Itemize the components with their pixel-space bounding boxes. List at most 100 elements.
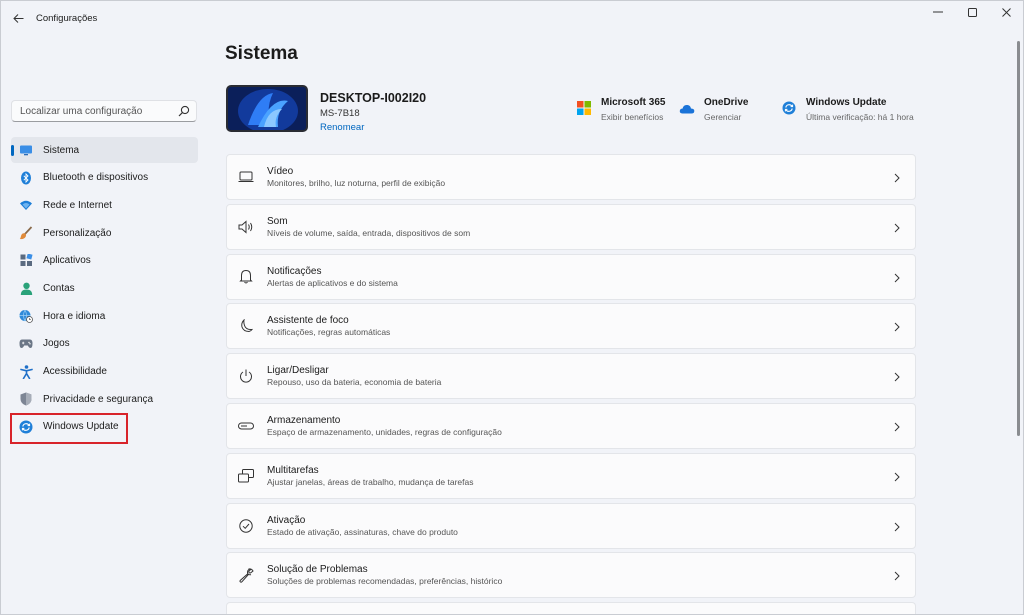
quick-subtitle: Exibir benefícios <box>601 112 664 122</box>
power-icon <box>237 367 255 385</box>
setting-card-video[interactable]: Vídeo Monitores, brilho, luz noturna, pe… <box>226 154 916 200</box>
quick-title: OneDrive <box>704 97 749 108</box>
chevron-right-icon <box>894 323 900 332</box>
setting-card-partial[interactable] <box>226 602 916 615</box>
setting-card-notificacoes[interactable]: Notificações Alertas de aplicativos e do… <box>226 253 916 300</box>
device-name: DESKTOP-I002I20 <box>320 91 427 105</box>
sidebar-item-privacidade[interactable]: Privacidade e segurança <box>11 386 198 412</box>
shield-icon <box>19 392 33 406</box>
minimize-button[interactable] <box>921 1 955 23</box>
sidebar-item-hora-idioma[interactable]: Hora e idioma <box>11 303 198 329</box>
app-title: Configurações <box>36 13 98 24</box>
display-icon <box>237 168 255 186</box>
back-button[interactable] <box>9 9 27 27</box>
sidebar-item-label: Contas <box>43 282 75 294</box>
sidebar-item-label: Acessibilidade <box>43 366 107 377</box>
card-description: Estado de ativação, assinaturas, chave d… <box>267 526 458 537</box>
microsoft-logo-icon <box>576 100 592 116</box>
wifi-icon <box>19 198 33 212</box>
bluetooth-icon <box>19 171 33 185</box>
sidebar-item-sistema[interactable]: Sistema <box>11 137 198 163</box>
card-title: Ligar/Desligar <box>267 365 329 377</box>
device-wallpaper-thumbnail <box>226 85 308 132</box>
highlight-annotation <box>10 413 128 444</box>
brush-icon <box>19 226 33 240</box>
sidebar-item-personalizacao[interactable]: Personalização <box>11 220 198 246</box>
multitask-icon <box>237 467 255 485</box>
card-title: Notificações <box>267 265 322 277</box>
page-title: Sistema <box>225 43 298 64</box>
maximize-icon <box>967 7 977 17</box>
setting-card-armazenamento[interactable]: Armazenamento Espaço de armazenamento, u… <box>226 402 916 449</box>
setting-card-ligar-desligar[interactable]: Ligar/Desligar Repouso, uso da bateria, … <box>226 353 916 400</box>
quick-onedrive[interactable]: OneDrive Gerenciar <box>679 97 748 122</box>
storage-icon <box>237 417 255 435</box>
quick-title: Microsoft 365 <box>601 97 666 108</box>
back-arrow-icon <box>12 13 23 23</box>
card-description: Soluções de problemas recomendadas, pref… <box>267 576 503 587</box>
moon-icon <box>237 317 255 335</box>
sidebar-item-label: Rede e Internet <box>43 199 112 211</box>
card-description: Alertas de aplicativos e do sistema <box>267 277 398 288</box>
settings-window: Configurações Sistema <box>0 0 1024 615</box>
setting-card-solucao-problemas[interactable]: Solução de Problemas Soluções de problem… <box>226 552 916 599</box>
accessibility-icon <box>19 364 33 379</box>
device-model: MS-7B18 <box>320 108 360 119</box>
sidebar-item-label: Bluetooth e dispositivos <box>43 172 149 184</box>
sidebar-item-label: Hora e idioma <box>43 310 106 322</box>
sidebar-item-jogos[interactable]: Jogos <box>11 331 198 357</box>
sidebar-item-bluetooth[interactable]: Bluetooth e dispositivos <box>11 165 198 191</box>
card-title: Som <box>267 215 288 227</box>
window-controls <box>921 1 1023 23</box>
card-title: Ativação <box>267 514 306 526</box>
maximize-button[interactable] <box>955 1 989 23</box>
wrench-icon <box>237 566 255 584</box>
close-button[interactable] <box>989 1 1023 23</box>
monitor-icon <box>19 143 33 157</box>
setting-card-assistente-foco[interactable]: Assistente de foco Notificações, regras … <box>226 303 916 350</box>
card-description: Espaço de armazenamento, unidades, regra… <box>267 426 502 437</box>
card-title: Solução de Problemas <box>267 564 368 576</box>
title-bar: Configurações <box>1 1 1023 35</box>
minimize-icon <box>933 11 943 13</box>
card-title: Vídeo <box>267 166 294 177</box>
search-box[interactable] <box>11 100 197 122</box>
sidebar-item-contas[interactable]: Contas <box>11 275 198 301</box>
search-icon[interactable] <box>178 105 190 117</box>
chevron-right-icon <box>894 223 900 233</box>
quick-windows-update[interactable]: Windows Update Última verificação: há 1 … <box>781 97 914 122</box>
chevron-right-icon <box>894 522 900 531</box>
card-description: Níveis de volume, saída, entrada, dispos… <box>267 227 471 238</box>
card-title: Armazenamento <box>267 414 341 426</box>
onedrive-cloud-icon <box>679 100 695 116</box>
sidebar-nav: Sistema Bluetooth e dispositivos Rede e … <box>11 137 198 442</box>
sidebar-item-aplicativos[interactable]: Aplicativos <box>11 248 198 274</box>
card-description: Notificações, regras automáticas <box>267 327 391 338</box>
card-title: Multitarefas <box>267 464 319 476</box>
search-input[interactable] <box>12 101 172 121</box>
scrollbar[interactable] <box>1017 41 1020 436</box>
setting-card-ativacao[interactable]: Ativação Estado de ativação, assinaturas… <box>226 502 916 549</box>
check-circle-icon <box>237 517 255 535</box>
quick-microsoft-365[interactable]: Microsoft 365 Exibir benefícios <box>576 97 665 122</box>
chevron-right-icon <box>894 572 900 581</box>
sidebar-item-label: Aplicativos <box>43 255 91 267</box>
sidebar-item-rede[interactable]: Rede e Internet <box>11 192 198 218</box>
chevron-right-icon <box>894 273 900 282</box>
setting-card-multitarefas[interactable]: Multitarefas Ajustar janelas, áreas de t… <box>226 452 916 499</box>
close-icon <box>1001 7 1011 17</box>
card-title: Assistente de foco <box>267 315 349 327</box>
sidebar-item-acessibilidade[interactable]: Acessibilidade <box>11 359 198 385</box>
rename-link[interactable]: Renomear <box>320 122 364 133</box>
chevron-right-icon <box>894 422 900 432</box>
quick-subtitle: Última verificação: há 1 hora <box>806 112 914 122</box>
card-description: Ajustar janelas, áreas de trabalho, muda… <box>267 476 474 487</box>
card-description: Monitores, brilho, luz noturna, perfil d… <box>267 178 446 188</box>
sidebar-item-label: Sistema <box>43 144 80 156</box>
apps-icon <box>19 254 33 268</box>
chevron-right-icon <box>894 173 900 183</box>
sidebar-item-label: Privacidade e segurança <box>43 393 154 405</box>
windows-update-icon <box>781 100 797 116</box>
speaker-icon <box>237 218 255 236</box>
setting-card-som[interactable]: Som Níveis de volume, saída, entrada, di… <box>226 203 916 250</box>
